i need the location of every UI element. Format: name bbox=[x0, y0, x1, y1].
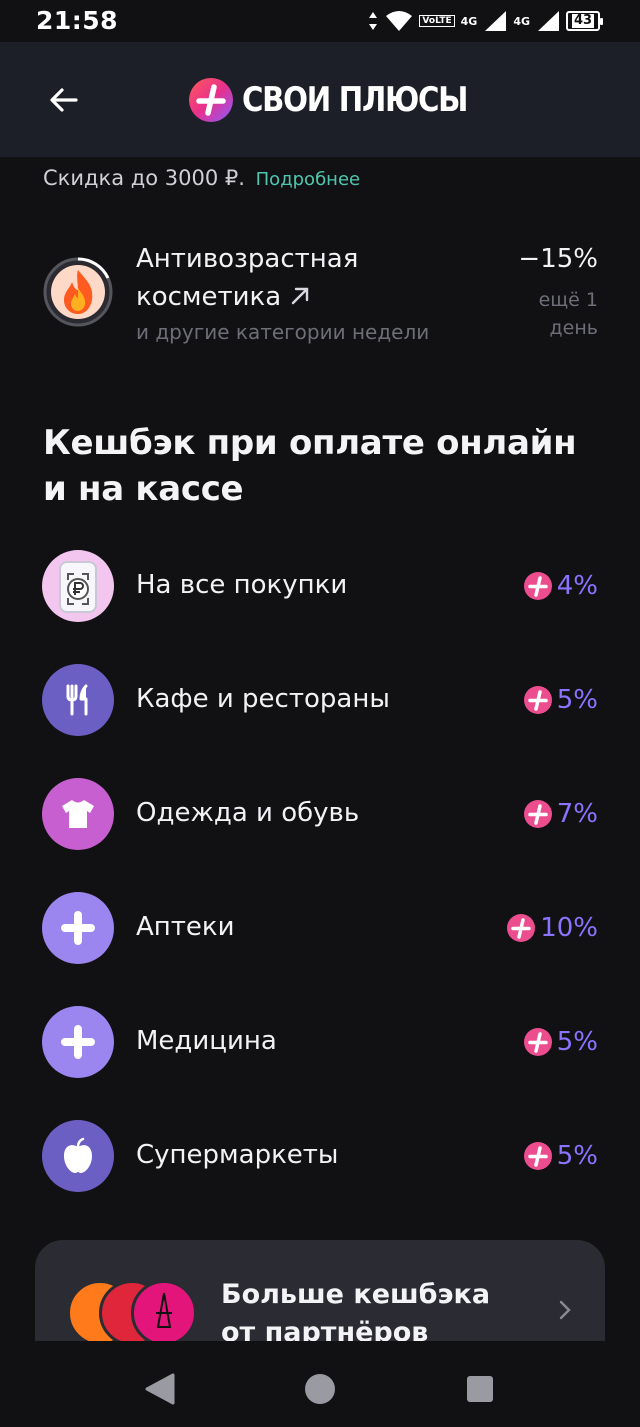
fork-knife-icon bbox=[66, 684, 88, 716]
cashback-value: 7% bbox=[523, 796, 598, 832]
signal-icon-2 bbox=[538, 11, 559, 31]
cashback-percent: 7% bbox=[556, 799, 598, 829]
cashback-icon-bg bbox=[42, 1120, 114, 1192]
weekly-promo-item[interactable]: Антивозрастная косметика и другие катего… bbox=[42, 236, 598, 356]
brand-title: СВОИ ПЛЮСЫ bbox=[242, 80, 468, 120]
cashback-row-pharmacy[interactable]: Аптеки 10% bbox=[42, 892, 598, 964]
medical-cross-icon bbox=[61, 911, 95, 945]
status-time: 21:58 bbox=[36, 6, 119, 35]
tshirt-icon bbox=[62, 800, 94, 828]
partner-logo-3 bbox=[131, 1280, 197, 1346]
section-title: Кешбэк при оплате онлайн и на кассе bbox=[43, 423, 577, 509]
signal-icon-1 bbox=[485, 11, 507, 31]
cashback-icon-bg bbox=[42, 778, 114, 850]
cashback-percent: 5% bbox=[556, 685, 598, 715]
system-nav-bar bbox=[0, 1341, 640, 1427]
flame-icon bbox=[43, 257, 113, 327]
cashback-row-medicine[interactable]: Медицина 5% bbox=[42, 1006, 598, 1078]
partners-title: Больше кешбэка от партнёров bbox=[221, 1279, 491, 1348]
cashback-row-all[interactable]: На все покупки 4% bbox=[42, 550, 598, 622]
discount-text: Скидка до 3000 ₽. bbox=[43, 166, 245, 190]
status-bar: 21:58 VoLTE 4G 4G 43 bbox=[0, 0, 640, 42]
partner-logos bbox=[67, 1280, 207, 1350]
app-header: СВОИ ПЛЮСЫ bbox=[0, 42, 640, 157]
plus-points-icon bbox=[523, 572, 552, 600]
cashback-label: На все покупки bbox=[136, 570, 348, 600]
cashback-value: 5% bbox=[523, 682, 598, 718]
cashback-icon-bg bbox=[42, 892, 114, 964]
triangle-back-icon[interactable] bbox=[140, 1369, 180, 1409]
arrow-up-right-icon bbox=[292, 287, 309, 305]
apple-icon bbox=[64, 1137, 92, 1173]
discount-line: Скидка до 3000 ₽. Подробнее bbox=[43, 166, 360, 190]
data-arrows-icon bbox=[369, 12, 378, 30]
volte-label: VoLTE bbox=[419, 15, 455, 27]
network-type-2: 4G bbox=[513, 14, 530, 28]
cashback-value: 4% bbox=[523, 568, 598, 604]
cashback-percent: 4% bbox=[556, 571, 598, 601]
plus-points-icon bbox=[507, 914, 536, 942]
promo-subtitle: и другие категории недели bbox=[136, 320, 430, 344]
back-button[interactable] bbox=[44, 80, 84, 120]
chevron-right-icon bbox=[559, 1300, 571, 1320]
plus-logo-icon bbox=[189, 78, 233, 122]
promo-title: Антивозрастная косметика bbox=[136, 240, 426, 316]
status-icons: VoLTE 4G 4G 43 bbox=[367, 8, 603, 34]
ruble-phone-icon bbox=[59, 561, 97, 613]
circle-home-icon[interactable] bbox=[300, 1369, 340, 1409]
cashback-label: Одежда и обувь bbox=[136, 798, 360, 828]
cashback-label: Супермаркеты bbox=[136, 1140, 339, 1170]
cashback-value: 5% bbox=[523, 1138, 598, 1174]
cashback-row-supermarkets[interactable]: Супермаркеты 5% bbox=[42, 1120, 598, 1192]
cashback-icon-bg bbox=[42, 1006, 114, 1078]
plus-points-icon bbox=[523, 800, 552, 828]
details-link[interactable]: Подробнее bbox=[256, 169, 360, 190]
plus-points-icon bbox=[523, 1028, 552, 1056]
cashback-value: 5% bbox=[523, 1024, 598, 1060]
promo-time-left: ещё 1 день bbox=[538, 289, 598, 339]
partners-card[interactable]: Больше кешбэка от партнёров bbox=[35, 1240, 605, 1350]
arrow-left-icon bbox=[50, 88, 78, 112]
cashback-percent: 10% bbox=[540, 913, 598, 943]
promo-title-text: Антивозрастная косметика bbox=[136, 244, 359, 312]
cashback-icon-bg bbox=[42, 550, 114, 622]
cashback-percent: 5% bbox=[556, 1141, 598, 1171]
cashback-label: Кафе и рестораны bbox=[136, 684, 390, 714]
eiffel-tower-icon bbox=[156, 1292, 172, 1328]
medical-cross-icon bbox=[61, 1025, 95, 1059]
promo-percent: −15% bbox=[518, 244, 598, 274]
cashback-row-clothes[interactable]: Одежда и обувь 7% bbox=[42, 778, 598, 850]
wifi-icon bbox=[386, 11, 413, 31]
network-type-1: 4G bbox=[460, 14, 478, 28]
plus-points-icon bbox=[523, 686, 552, 714]
cashback-icon-bg bbox=[42, 664, 114, 736]
battery-level: 43 bbox=[571, 13, 595, 28]
battery-icon: 43 bbox=[566, 11, 603, 31]
cashback-label: Медицина bbox=[136, 1026, 277, 1056]
cashback-value: 10% bbox=[506, 910, 598, 946]
brand-logo: СВОИ ПЛЮСЫ bbox=[188, 72, 504, 128]
square-recents-icon[interactable] bbox=[460, 1369, 500, 1409]
plus-points-icon bbox=[523, 1142, 552, 1170]
cashback-percent: 5% bbox=[556, 1027, 598, 1057]
cashback-label: Аптеки bbox=[136, 912, 235, 942]
cashback-row-cafe[interactable]: Кафе и рестораны 5% bbox=[42, 664, 598, 736]
